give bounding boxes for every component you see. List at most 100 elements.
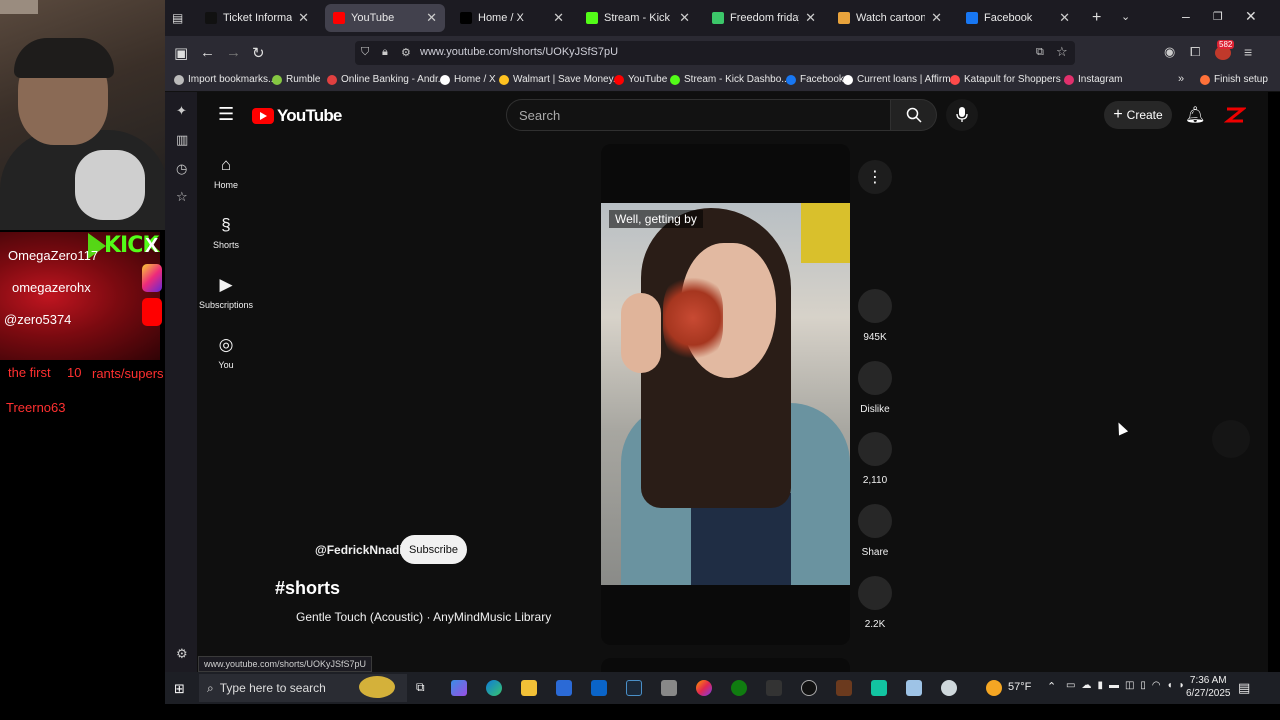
comments-button[interactable] xyxy=(858,432,892,466)
tab-list-icon[interactable]: ▤ xyxy=(172,11,183,25)
notepad-icon[interactable] xyxy=(906,680,922,696)
search-input[interactable]: Search xyxy=(506,99,891,131)
tab-close-icon[interactable]: ✕ xyxy=(931,10,942,26)
bookmark-item[interactable]: Online Banking - Andr... xyxy=(327,74,446,85)
video-frame[interactable] xyxy=(601,203,850,585)
steam-icon[interactable] xyxy=(626,680,642,696)
dislike-button[interactable] xyxy=(858,361,892,395)
create-button[interactable]: + Create xyxy=(1104,101,1172,129)
lock-icon[interactable]: 🔒︎ xyxy=(382,46,388,59)
app-icon[interactable] xyxy=(661,680,677,696)
store-icon[interactable] xyxy=(556,680,572,696)
more-options-button[interactable]: ⋮ xyxy=(858,160,892,194)
app-icon-2[interactable] xyxy=(766,680,782,696)
tab-1[interactable]: Ticket Information - N ✕ xyxy=(197,4,317,32)
window-close-icon[interactable]: ✕ xyxy=(1245,8,1257,25)
bookmark-item[interactable]: Walmart | Save Money... xyxy=(499,74,621,85)
minecraft-icon[interactable] xyxy=(836,680,852,696)
bookmarks-overflow-icon[interactable]: » xyxy=(1178,73,1184,85)
bookmark-item[interactable]: Rumble xyxy=(272,74,320,85)
shield-icon[interactable]: ⛉ xyxy=(361,46,369,59)
tab-close-icon[interactable]: ✕ xyxy=(298,10,309,26)
search-button[interactable] xyxy=(891,99,937,131)
bookmarks-star-icon[interactable]: ☆ xyxy=(176,189,188,205)
new-tab-icon[interactable]: + xyxy=(1092,9,1101,27)
account-icon[interactable]: ◉ xyxy=(1164,44,1175,60)
tab-close-icon[interactable]: ✕ xyxy=(1059,10,1070,26)
share-button[interactable] xyxy=(858,504,892,538)
voice-search-button[interactable] xyxy=(946,99,978,131)
ai-chat-icon[interactable]: ✦ xyxy=(176,103,187,119)
remix-button[interactable] xyxy=(858,576,892,610)
back-icon[interactable]: ← xyxy=(200,44,215,61)
xbox-icon[interactable] xyxy=(731,680,747,696)
guide-you[interactable]: ◎ You xyxy=(203,335,249,370)
sidebar-toggle-icon[interactable]: ▣ xyxy=(174,44,188,62)
customize-gear-icon[interactable]: ⚙ xyxy=(176,646,188,662)
tab-close-icon[interactable]: ✕ xyxy=(679,10,690,26)
bookmark-item[interactable]: Instagram xyxy=(1064,74,1122,85)
guide-home[interactable]: ⌂ Home xyxy=(203,155,249,190)
history-icon[interactable]: ◷ xyxy=(176,161,187,177)
avatar[interactable] xyxy=(1223,104,1248,126)
next-short-preview[interactable] xyxy=(601,658,850,672)
task-view-icon[interactable]: ⧉ xyxy=(416,680,425,695)
tab-7[interactable]: Facebook ✕ xyxy=(958,4,1078,32)
bookmark-item[interactable]: Facebook xyxy=(786,74,844,85)
hashtag-title[interactable]: #shorts xyxy=(275,578,340,599)
tab-2[interactable]: YouTube ✕ xyxy=(325,4,445,32)
file-explorer-icon[interactable] xyxy=(521,680,537,696)
tray-chevron-icon[interactable]: ⌃ xyxy=(1047,680,1056,693)
bookmark-item[interactable]: Current loans | Affirm xyxy=(843,74,951,85)
tab-5[interactable]: Freedom friday ✕ xyxy=(704,4,824,32)
clock[interactable]: 7:36 AM 6/27/2025 xyxy=(1186,674,1231,700)
tab-close-icon[interactable]: ✕ xyxy=(426,10,437,26)
reload-icon[interactable]: ↻ xyxy=(252,44,265,62)
bookmark-item[interactable]: Import bookmarks... xyxy=(174,74,276,85)
obs-icon[interactable] xyxy=(871,680,887,696)
bookmark-item[interactable]: Katapult for Shoppers ... xyxy=(950,74,1072,85)
notice-text-2: 10 xyxy=(67,365,82,380)
notification-center-icon[interactable]: ▤ xyxy=(1238,680,1250,696)
outlook-icon[interactable] xyxy=(591,680,607,696)
url-text[interactable]: www.youtube.com/shorts/UOKyJSfS7pU xyxy=(420,46,618,58)
bookmark-item[interactable]: Stream - Kick Dashbo... xyxy=(670,74,790,85)
weather-icon[interactable] xyxy=(986,680,1002,696)
permissions-icon[interactable]: ⚙ xyxy=(401,46,411,59)
system-tray-icons[interactable]: ▭☁▮▬◫▯◠◖◗ xyxy=(1066,680,1191,691)
bookmark-item[interactable]: YouTube xyxy=(614,74,667,85)
firefox-taskbar-icon[interactable] xyxy=(696,680,712,696)
minimize-icon[interactable]: – xyxy=(1182,8,1190,24)
edge-icon[interactable] xyxy=(486,680,502,696)
tab-3[interactable]: Home / X ✕ xyxy=(452,4,572,32)
bookmark-star-icon[interactable]: ☆ xyxy=(1056,44,1068,60)
tab-4[interactable]: Stream - Kick Dashbo ✕ xyxy=(578,4,698,32)
channel-handle[interactable]: @FedrickNnadi xyxy=(315,543,403,557)
bookmark-item[interactable]: Home / X xyxy=(440,74,496,85)
music-credit[interactable]: Gentle Touch (Acoustic) · AnyMindMusic L… xyxy=(296,610,551,624)
subscribe-button[interactable]: Subscribe xyxy=(400,535,467,564)
copilot-icon[interactable] xyxy=(451,680,467,696)
chevron-down-icon[interactable]: ⌄ xyxy=(1121,10,1130,23)
tab-close-icon[interactable]: ✕ xyxy=(805,10,816,26)
app-menu-icon[interactable]: ≡ xyxy=(1244,44,1252,60)
forward-icon[interactable]: → xyxy=(226,44,241,61)
tab-6[interactable]: Watch cartoons online ✕ xyxy=(830,4,950,32)
synced-tabs-icon[interactable]: ▥ xyxy=(176,132,188,148)
picture-in-picture-icon[interactable]: ⧉ xyxy=(1036,46,1044,59)
windows-start-icon[interactable]: ⊞ xyxy=(174,681,185,697)
finish-setup-link[interactable]: Finish setup xyxy=(1200,74,1268,85)
weather-temp[interactable]: 57°F xyxy=(1008,681,1031,693)
restore-icon[interactable]: ❐ xyxy=(1213,10,1223,23)
guide-subscriptions[interactable]: ▶︎ Subscriptions xyxy=(199,275,253,310)
next-video-button[interactable] xyxy=(1212,420,1250,458)
youtube-logo[interactable]: YouTube xyxy=(252,106,342,126)
tab-close-icon[interactable]: ✕ xyxy=(553,10,564,26)
guide-menu-icon[interactable]: ☰ xyxy=(218,104,234,125)
extensions-icon[interactable]: ⧠ xyxy=(1190,44,1200,60)
notifications-bell-icon[interactable]: 🔔︎ xyxy=(1185,105,1205,125)
gog-icon[interactable] xyxy=(801,680,817,696)
app-icon-3[interactable] xyxy=(941,680,957,696)
like-button[interactable] xyxy=(858,289,892,323)
guide-shorts[interactable]: § Shorts xyxy=(203,215,249,250)
